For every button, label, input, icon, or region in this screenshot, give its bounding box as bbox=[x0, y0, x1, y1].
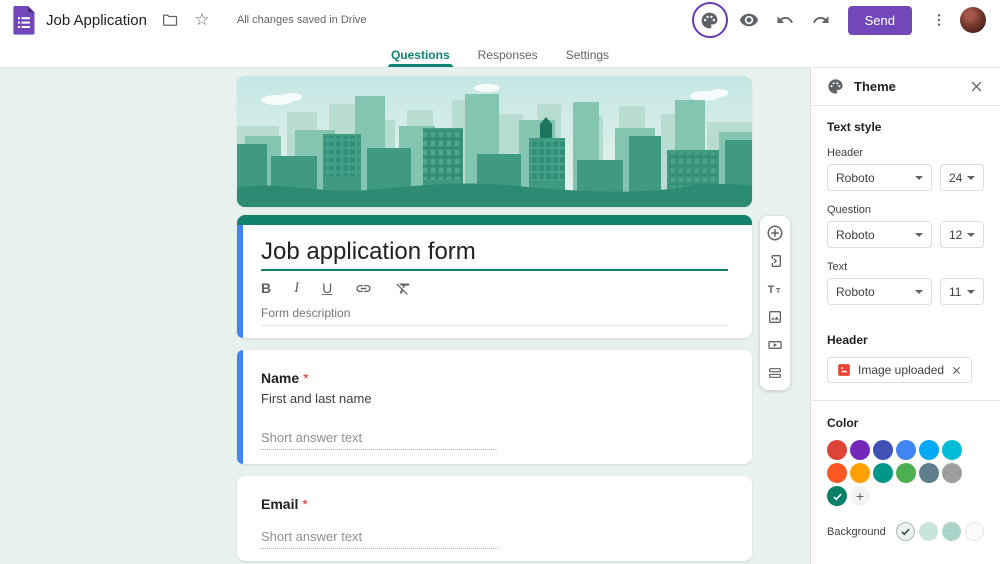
remove-image-icon[interactable] bbox=[951, 365, 962, 376]
color-swatch[interactable] bbox=[850, 463, 870, 483]
color-swatches: + bbox=[827, 440, 962, 506]
header-section-heading: Header bbox=[827, 333, 984, 347]
required-asterisk: * bbox=[303, 370, 308, 386]
form-description-input[interactable]: Form description bbox=[261, 306, 728, 326]
background-swatch[interactable] bbox=[942, 522, 961, 541]
theme-panel-title: Theme bbox=[854, 79, 896, 94]
question-card-email[interactable]: Email* Short answer text bbox=[237, 476, 752, 561]
forms-logo-icon[interactable] bbox=[12, 5, 36, 35]
insert-toolbar: TT bbox=[760, 216, 790, 390]
question-label[interactable]: Name* bbox=[261, 370, 728, 386]
background-swatch[interactable] bbox=[919, 522, 938, 541]
add-video-icon[interactable] bbox=[766, 336, 784, 354]
chevron-down-icon bbox=[915, 233, 923, 237]
theme-panel-header: Theme bbox=[811, 68, 1000, 106]
import-questions-icon[interactable] bbox=[766, 252, 784, 270]
check-icon bbox=[900, 526, 911, 537]
color-swatch[interactable] bbox=[942, 463, 962, 483]
selection-indicator bbox=[237, 225, 243, 338]
color-swatch[interactable] bbox=[896, 440, 916, 460]
short-answer-placeholder: Short answer text bbox=[261, 430, 498, 450]
color-swatch[interactable] bbox=[873, 440, 893, 460]
tab-settings[interactable]: Settings bbox=[566, 40, 609, 67]
preview-eye-icon[interactable] bbox=[734, 5, 764, 35]
selection-indicator bbox=[237, 350, 243, 464]
underline-button[interactable]: U bbox=[322, 280, 332, 296]
header-size-select[interactable]: 24 bbox=[940, 164, 984, 191]
background-swatch-selected[interactable] bbox=[896, 522, 915, 541]
color-swatch[interactable] bbox=[919, 463, 939, 483]
save-status: All changes saved in Drive bbox=[237, 14, 367, 26]
color-swatch[interactable] bbox=[827, 440, 847, 460]
theme-color-strip bbox=[237, 215, 752, 225]
question-label[interactable]: Email* bbox=[261, 496, 728, 512]
add-section-icon[interactable] bbox=[766, 364, 784, 382]
short-answer-placeholder: Short answer text bbox=[261, 529, 498, 549]
star-icon[interactable]: ☆ bbox=[187, 5, 217, 35]
top-bar: Job Application ☆ All changes saved in D… bbox=[0, 0, 1000, 40]
image-icon bbox=[837, 363, 851, 377]
chevron-down-icon bbox=[915, 290, 923, 294]
color-swatch[interactable] bbox=[919, 440, 939, 460]
tabs-bar: Questions Responses Settings bbox=[0, 40, 1000, 68]
more-menu-icon[interactable] bbox=[924, 5, 954, 35]
form-title-card[interactable]: Job application form B I U Form descript… bbox=[237, 215, 752, 338]
question-description[interactable]: First and last name bbox=[261, 391, 728, 406]
background-swatch[interactable] bbox=[965, 522, 984, 541]
text-size-select[interactable]: 11 bbox=[940, 278, 984, 305]
question-font-select[interactable]: Roboto bbox=[827, 221, 932, 248]
document-title[interactable]: Job Application bbox=[46, 12, 147, 29]
insert-link-icon[interactable] bbox=[355, 280, 372, 297]
background-label: Background bbox=[827, 526, 886, 538]
chevron-down-icon bbox=[967, 290, 975, 294]
add-title-icon[interactable]: TT bbox=[766, 280, 784, 298]
tab-questions[interactable]: Questions bbox=[391, 40, 450, 67]
color-swatch[interactable] bbox=[942, 440, 962, 460]
svg-text:T: T bbox=[775, 286, 780, 295]
form-editor-canvas: Job application form B I U Form descript… bbox=[0, 68, 810, 564]
text-font-select[interactable]: Roboto bbox=[827, 278, 932, 305]
text-font-label: Text bbox=[827, 261, 984, 273]
chevron-down-icon bbox=[967, 233, 975, 237]
add-custom-color-button[interactable]: + bbox=[850, 486, 870, 506]
chevron-down-icon bbox=[915, 176, 923, 180]
palette-icon bbox=[827, 78, 844, 95]
undo-icon[interactable] bbox=[770, 5, 800, 35]
image-uploaded-chip[interactable]: Image uploaded bbox=[827, 357, 972, 383]
question-card-name[interactable]: Name* First and last name Short answer t… bbox=[237, 350, 752, 464]
send-button[interactable]: Send bbox=[848, 6, 912, 35]
add-image-icon[interactable] bbox=[766, 308, 784, 326]
formatting-toolbar: B I U bbox=[261, 280, 728, 296]
chevron-down-icon bbox=[967, 176, 975, 180]
color-swatch[interactable] bbox=[873, 463, 893, 483]
header-font-select[interactable]: Roboto bbox=[827, 164, 932, 191]
header-font-label: Header bbox=[827, 147, 984, 159]
divider bbox=[811, 400, 1000, 401]
color-swatch[interactable] bbox=[827, 463, 847, 483]
tab-responses[interactable]: Responses bbox=[478, 40, 538, 67]
form-title-input[interactable]: Job application form bbox=[261, 239, 728, 271]
add-question-icon[interactable] bbox=[766, 224, 784, 242]
redo-icon[interactable] bbox=[806, 5, 836, 35]
color-swatch[interactable] bbox=[850, 440, 870, 460]
text-style-heading: Text style bbox=[827, 120, 984, 134]
color-section-heading: Color bbox=[827, 416, 984, 430]
color-swatch[interactable] bbox=[896, 463, 916, 483]
bold-button[interactable]: B bbox=[261, 280, 271, 296]
question-font-label: Question bbox=[827, 204, 984, 216]
theme-panel: Theme Text style Header Roboto 24 Questi… bbox=[810, 68, 1000, 564]
move-folder-icon[interactable] bbox=[155, 5, 185, 35]
close-icon[interactable] bbox=[969, 79, 984, 94]
check-icon bbox=[832, 491, 843, 502]
required-asterisk: * bbox=[302, 496, 307, 512]
svg-text:T: T bbox=[767, 284, 774, 296]
customize-theme-button[interactable] bbox=[692, 2, 728, 38]
form-header-image bbox=[237, 76, 752, 207]
avatar[interactable] bbox=[960, 7, 986, 33]
italic-button[interactable]: I bbox=[294, 280, 299, 297]
background-section: Background bbox=[827, 522, 984, 541]
color-swatch-selected[interactable] bbox=[827, 486, 847, 506]
question-size-select[interactable]: 12 bbox=[940, 221, 984, 248]
clear-formatting-icon[interactable] bbox=[395, 280, 412, 297]
